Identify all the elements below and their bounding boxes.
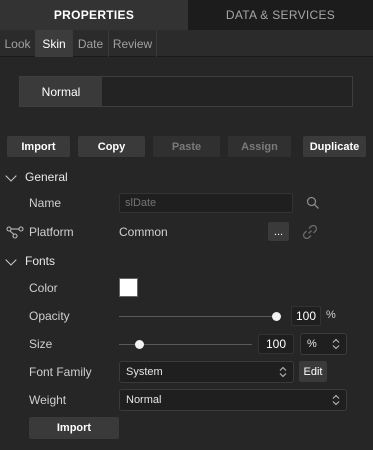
size-input[interactable]: 100 bbox=[258, 334, 294, 354]
state-normal[interactable]: Normal bbox=[20, 77, 102, 106]
copy-button[interactable]: Copy bbox=[78, 136, 145, 157]
chevron-down-icon bbox=[5, 253, 17, 266]
weight-select[interactable]: Normal bbox=[119, 389, 347, 411]
font-family-label: Font Family bbox=[29, 365, 92, 379]
opacity-slider-thumb[interactable] bbox=[272, 312, 281, 321]
font-edit-button[interactable]: Edit bbox=[299, 361, 327, 382]
link-icon[interactable] bbox=[302, 224, 318, 240]
updown-icon bbox=[279, 366, 287, 378]
duplicate-button[interactable]: Duplicate bbox=[303, 136, 366, 157]
platform-label: Platform bbox=[29, 225, 74, 239]
opacity-label: Opacity bbox=[29, 309, 70, 323]
search-icon[interactable] bbox=[306, 196, 320, 210]
tab-look[interactable]: Look bbox=[0, 30, 36, 57]
tab-skin[interactable]: Skin bbox=[36, 30, 73, 57]
paste-button[interactable]: Paste bbox=[153, 136, 220, 157]
tab-properties[interactable]: PROPERTIES bbox=[0, 0, 188, 30]
updown-icon bbox=[332, 394, 340, 406]
updown-icon bbox=[332, 338, 340, 350]
section-general-label: General bbox=[25, 170, 68, 184]
platform-more-button[interactable]: ... bbox=[268, 222, 289, 241]
tab-review[interactable]: Review bbox=[109, 30, 157, 57]
size-label: Size bbox=[29, 337, 53, 351]
opacity-slider-track[interactable] bbox=[119, 316, 279, 317]
name-label: Name bbox=[29, 196, 62, 210]
font-family-select[interactable]: System bbox=[119, 361, 294, 383]
tab-data-services[interactable]: DATA & SERVICES bbox=[188, 0, 373, 30]
weight-value: Normal bbox=[126, 394, 162, 406]
size-unit-value: % bbox=[307, 338, 317, 350]
import-button[interactable]: Import bbox=[7, 136, 70, 157]
color-label: Color bbox=[29, 281, 58, 295]
size-unit-select[interactable]: % bbox=[300, 333, 347, 355]
color-swatch[interactable] bbox=[119, 278, 138, 297]
fonts-import-button[interactable]: Import bbox=[29, 417, 119, 439]
opacity-input[interactable]: 100 bbox=[291, 306, 321, 326]
section-fonts[interactable]: Fonts bbox=[0, 251, 55, 271]
platform-icon bbox=[6, 226, 24, 239]
tab-date[interactable]: Date bbox=[73, 30, 109, 57]
section-fonts-label: Fonts bbox=[25, 254, 56, 268]
name-input[interactable] bbox=[119, 193, 293, 213]
size-slider-thumb[interactable] bbox=[135, 340, 144, 349]
section-general[interactable]: General bbox=[0, 167, 68, 187]
font-family-value: System bbox=[126, 366, 163, 378]
platform-value: Common bbox=[119, 225, 168, 239]
assign-button[interactable]: Assign bbox=[228, 136, 291, 157]
weight-label: Weight bbox=[29, 393, 67, 407]
chevron-down-icon bbox=[5, 169, 17, 182]
opacity-unit: % bbox=[326, 309, 336, 321]
